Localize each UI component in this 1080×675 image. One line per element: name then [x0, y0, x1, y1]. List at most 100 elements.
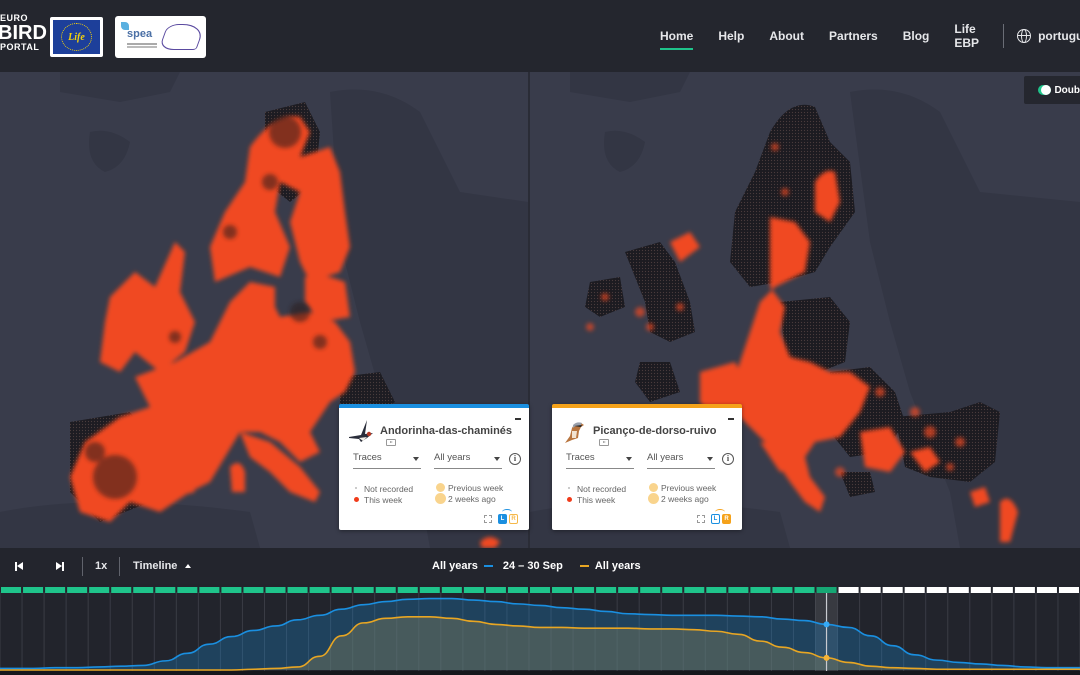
- left-side-badge[interactable]: L: [498, 514, 507, 524]
- week-segment[interactable]: [331, 587, 352, 593]
- speed-label: 1x: [95, 560, 108, 572]
- partner-bird-outline-icon: [158, 24, 206, 50]
- info-icon[interactable]: i: [509, 453, 521, 465]
- week-segment[interactable]: [23, 587, 44, 593]
- week-segment[interactable]: [618, 587, 639, 593]
- week-segment[interactable]: [552, 587, 573, 593]
- spea-logo[interactable]: spea: [115, 16, 206, 58]
- right-side-badge[interactable]: R: [722, 514, 731, 524]
- week-segment[interactable]: [397, 587, 418, 593]
- week-segment[interactable]: [1058, 587, 1079, 593]
- nav-about[interactable]: About: [769, 0, 804, 72]
- video-icon[interactable]: [599, 439, 609, 446]
- life-eu-logo[interactable]: Life: [50, 17, 103, 57]
- week-segment[interactable]: [419, 587, 440, 593]
- nav-blog[interactable]: Blog: [903, 0, 930, 72]
- expand-icon[interactable]: [484, 515, 492, 523]
- week-segment[interactable]: [904, 587, 925, 593]
- right-side-badge[interactable]: R: [509, 514, 518, 524]
- week-segment[interactable]: [221, 587, 242, 593]
- timeline-chart[interactable]: [0, 584, 1080, 675]
- video-icon[interactable]: [386, 439, 396, 446]
- week-segment[interactable]: [199, 587, 220, 593]
- week-segment[interactable]: [265, 587, 286, 593]
- week-segment[interactable]: [574, 587, 595, 593]
- week-segment[interactable]: [155, 587, 176, 593]
- eurobirdportal-logo[interactable]: EURO BIRD PORTAL: [0, 14, 47, 52]
- week-segment[interactable]: [926, 587, 947, 593]
- week-segment[interactable]: [463, 587, 484, 593]
- week-segment[interactable]: [860, 587, 881, 593]
- week-segment[interactable]: [441, 587, 462, 593]
- timeline-legend: All years 24 – 30 Sep All years: [432, 548, 641, 584]
- week-segment[interactable]: [1014, 587, 1035, 593]
- species-name[interactable]: Picanço-de-dorso-ruivo: [593, 425, 716, 437]
- week-segment[interactable]: [728, 587, 749, 593]
- info-icon[interactable]: i: [722, 453, 734, 465]
- yellow-series-swatch: [579, 565, 589, 567]
- left-side-badge[interactable]: L: [711, 514, 720, 524]
- legend-previous-week: Previous week: [448, 483, 504, 493]
- years-select[interactable]: All years: [647, 452, 715, 469]
- week-segment[interactable]: [309, 587, 330, 593]
- barn-swallow-icon: [349, 420, 373, 442]
- language-selector[interactable]: portuguê: [1017, 29, 1080, 43]
- week-segment[interactable]: [1, 587, 22, 593]
- week-segment[interactable]: [794, 587, 815, 593]
- two-weeks-ago-dot-icon: [648, 493, 659, 504]
- timeline-toggle[interactable]: Timeline: [133, 548, 192, 584]
- week-segment[interactable]: [45, 587, 66, 593]
- week-segment[interactable]: [485, 587, 506, 593]
- week-segment[interactable]: [529, 587, 551, 593]
- week-segment[interactable]: [375, 587, 396, 593]
- mode-select-value: Traces: [566, 452, 595, 463]
- nav-life-ebp[interactable]: Life EBP: [954, 0, 979, 72]
- week-segment[interactable]: [706, 587, 727, 593]
- previous-week-dot-icon: [649, 483, 658, 492]
- minimize-button[interactable]: [515, 418, 521, 420]
- week-segment[interactable]: [287, 587, 308, 593]
- years-select[interactable]: All years: [434, 452, 502, 469]
- previous-week-button[interactable]: [15, 548, 23, 584]
- week-segment[interactable]: [882, 587, 903, 593]
- week-segment[interactable]: [684, 587, 705, 593]
- week-segment[interactable]: [992, 587, 1013, 593]
- week-segment[interactable]: [640, 587, 661, 593]
- week-segment[interactable]: [177, 587, 198, 593]
- species-name[interactable]: Andorinha-das-chaminés: [380, 425, 512, 437]
- dropdown-caret-icon: [626, 457, 632, 461]
- timeline-label: Timeline: [133, 560, 178, 572]
- nav-help[interactable]: Help: [718, 0, 744, 72]
- mode-select[interactable]: Traces: [566, 452, 634, 469]
- week-segment[interactable]: [243, 587, 264, 593]
- week-segment[interactable]: [111, 587, 132, 593]
- week-segment[interactable]: [133, 587, 154, 593]
- eu-flag-icon: Life: [53, 20, 100, 54]
- legend-previous-week: Previous week: [661, 483, 717, 493]
- minimize-button[interactable]: [728, 418, 734, 420]
- week-segment[interactable]: [838, 587, 859, 593]
- week-segment[interactable]: [596, 587, 617, 593]
- nav-partners[interactable]: Partners: [829, 0, 878, 72]
- week-segment[interactable]: [89, 587, 110, 593]
- mode-select[interactable]: Traces: [353, 452, 421, 469]
- week-segment[interactable]: [353, 587, 374, 593]
- week-segment[interactable]: [750, 587, 771, 593]
- speed-button[interactable]: 1x: [95, 548, 107, 584]
- next-week-button[interactable]: [56, 548, 64, 584]
- week-segment[interactable]: [772, 587, 793, 593]
- player-divider: [119, 557, 120, 576]
- expand-icon[interactable]: [697, 515, 705, 523]
- double-map-toggle[interactable]: Doub: [1024, 76, 1080, 104]
- week-segment[interactable]: [507, 587, 528, 593]
- week-segment[interactable]: [970, 587, 991, 593]
- toggle-switch[interactable]: [1038, 85, 1052, 95]
- current-week-segment[interactable]: [816, 587, 837, 593]
- nav-home[interactable]: Home: [660, 0, 694, 72]
- mode-select-value: Traces: [353, 452, 382, 463]
- week-segment[interactable]: [1036, 587, 1057, 593]
- week-segment[interactable]: [948, 587, 969, 593]
- week-segment[interactable]: [67, 587, 88, 593]
- week-segment[interactable]: [662, 587, 683, 593]
- brand-line-2: BIRD: [0, 22, 47, 44]
